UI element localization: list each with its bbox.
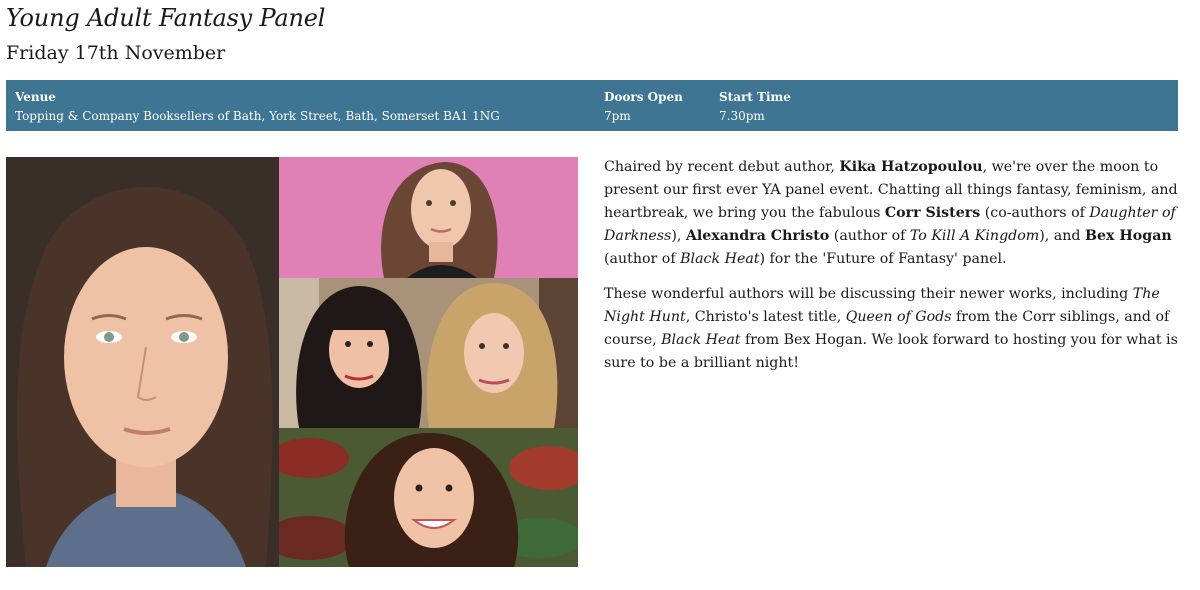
doors-open-info: Doors Open 7pm xyxy=(604,88,683,126)
start-time-info: Start Time 7.30pm xyxy=(719,88,791,126)
author-name: Bex Hogan xyxy=(1084,228,1172,244)
author-portrait-curly xyxy=(279,428,578,567)
text-run: (co-authors of xyxy=(980,205,1090,221)
event-description: Chaired by recent debut author, Kika Hat… xyxy=(604,156,1182,387)
book-title: To Kill A Kingdom xyxy=(909,228,1040,244)
book-title: Black Heat xyxy=(680,251,760,267)
author-photo-collage xyxy=(6,157,578,567)
author-name: Corr Sisters xyxy=(884,205,981,221)
start-time-value: 7.30pm xyxy=(719,109,765,123)
venue-value: Topping & Company Booksellers of Bath, Y… xyxy=(15,109,500,123)
book-title: Black Heat xyxy=(661,332,741,348)
text-run: (author of xyxy=(829,228,910,244)
book-title: Queen of Gods xyxy=(845,309,952,325)
text-run: These wonderful authors will be discussi… xyxy=(604,286,1133,302)
description-paragraph-1: Chaired by recent debut author, Kika Hat… xyxy=(604,156,1182,271)
author-name: Alexandra Christo xyxy=(685,228,830,244)
text-run: (author of xyxy=(604,251,681,267)
text-run: ), xyxy=(671,228,686,244)
author-portrait-pink xyxy=(279,157,578,278)
doors-open-value: 7pm xyxy=(604,109,631,123)
venue-label: Venue xyxy=(15,90,56,104)
event-date: Friday 17th November xyxy=(6,42,226,64)
author-portrait-duo xyxy=(279,278,578,428)
text-run: ), and xyxy=(1039,228,1085,244)
event-page: Young Adult Fantasy Panel Friday 17th No… xyxy=(0,0,1200,590)
author-portrait-large xyxy=(6,157,279,567)
text-run: ) for the 'Future of Fantasy' panel. xyxy=(759,251,1007,267)
doors-open-label: Doors Open xyxy=(604,90,683,104)
text-run: Chaired by recent debut author, xyxy=(604,159,840,175)
event-title: Young Adult Fantasy Panel xyxy=(6,4,326,32)
chair-name: Kika Hatzopoulou xyxy=(839,159,983,175)
text-run: , Christo's latest title, xyxy=(685,309,846,325)
start-time-label: Start Time xyxy=(719,90,791,104)
venue-info: Venue Topping & Company Booksellers of B… xyxy=(15,88,500,126)
event-info-bar: Venue Topping & Company Booksellers of B… xyxy=(6,80,1178,131)
description-paragraph-2: These wonderful authors will be discussi… xyxy=(604,283,1182,375)
